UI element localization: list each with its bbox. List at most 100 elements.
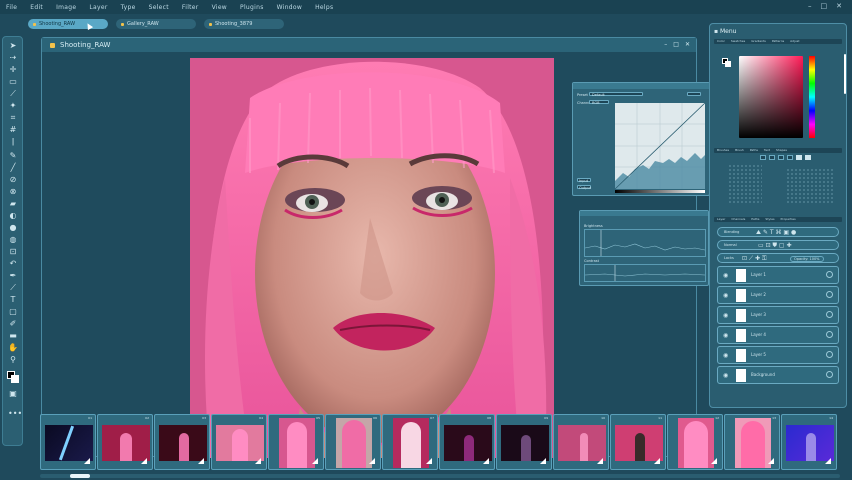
magic-wand-icon[interactable]: ✦ xyxy=(8,101,18,111)
menu-plugins[interactable]: Plugins xyxy=(240,4,264,11)
type-icon[interactable]: T xyxy=(8,295,18,305)
maximize-button[interactable]: □ xyxy=(821,2,828,11)
layer-tool-icons[interactable]: ⛰ ✎ T ⌘ ▣ ● xyxy=(756,229,796,237)
hue-slider[interactable] xyxy=(809,56,815,138)
tab-layer-paths[interactable]: Paths xyxy=(751,217,759,222)
background-swatch[interactable] xyxy=(725,61,731,67)
layer-row[interactable]: ◉ Layer 2 xyxy=(717,286,839,304)
layer-settings-icon[interactable] xyxy=(826,311,833,318)
align-center-icon[interactable] xyxy=(769,155,775,160)
move-tool-icon[interactable]: ➤ xyxy=(8,41,18,51)
shape-icon[interactable]: ▢ xyxy=(8,307,18,317)
film-thumb[interactable]: 04 xyxy=(211,414,267,470)
crop-icon[interactable]: ⌗ xyxy=(8,113,18,123)
layer-settings-icon[interactable] xyxy=(826,291,833,298)
film-thumb[interactable]: 06 xyxy=(325,414,381,470)
normal-select[interactable]: Normal xyxy=(724,243,737,247)
menu-image[interactable]: Image xyxy=(56,4,76,11)
scrollbar-thumb[interactable] xyxy=(70,474,90,478)
film-thumb[interactable]: 12 xyxy=(667,414,723,470)
layer-row[interactable]: ◉ Layer 5 xyxy=(717,346,839,364)
film-thumb[interactable]: 03 xyxy=(154,414,210,470)
tab-properties[interactable]: Properties xyxy=(781,217,796,222)
layer-row[interactable]: ◉ Layer 4 xyxy=(717,326,839,344)
menu-select[interactable]: Select xyxy=(149,4,169,11)
film-thumb[interactable]: 10 xyxy=(553,414,609,470)
tab-gallery-raw[interactable]: Gallery_RAW xyxy=(116,19,196,29)
grid-icon[interactable] xyxy=(796,155,802,160)
film-thumb[interactable]: 09 xyxy=(496,414,552,470)
eye-icon[interactable]: ◉ xyxy=(723,352,728,359)
film-thumb[interactable]: 08 xyxy=(439,414,495,470)
close-button[interactable]: ✕ xyxy=(836,2,842,11)
direct-select-icon[interactable]: ⇢ xyxy=(8,53,18,63)
layer-row[interactable]: ◉ Layer 1 xyxy=(717,266,839,284)
layer-row[interactable]: ◉ Background xyxy=(717,366,839,384)
menu-edit[interactable]: Edit xyxy=(30,4,43,11)
film-thumb[interactable]: 05 xyxy=(268,414,324,470)
background-color-swatch[interactable] xyxy=(11,375,19,383)
lasso-icon[interactable]: ⟋ xyxy=(8,89,18,99)
tab-text[interactable]: Text xyxy=(764,148,770,153)
menu-helps[interactable]: Helps xyxy=(315,4,333,11)
tab-styles[interactable]: Styles xyxy=(765,217,774,222)
crosshair-icon[interactable]: ✛ xyxy=(8,65,18,75)
note-icon[interactable]: ✐ xyxy=(8,319,18,329)
layer-settings-icon[interactable] xyxy=(826,271,833,278)
layer-row[interactable]: ◉ Layer 3 xyxy=(717,306,839,324)
portrait-photo[interactable] xyxy=(190,58,554,458)
menu-window[interactable]: Window xyxy=(277,4,302,11)
tab-layer[interactable]: Layer xyxy=(717,217,725,222)
film-thumb[interactable]: 01 xyxy=(40,414,96,470)
curves-options[interactable] xyxy=(687,92,701,96)
filmstrip-scrollbar[interactable] xyxy=(40,474,840,478)
layer-settings-icon[interactable] xyxy=(826,331,833,338)
frame-icon[interactable]: # xyxy=(8,125,18,135)
input-field[interactable]: Input xyxy=(577,178,591,183)
tab-channels[interactable]: Channels xyxy=(731,217,745,222)
align-left-icon[interactable] xyxy=(760,155,766,160)
menu-file[interactable]: File xyxy=(6,4,17,11)
path-select-icon[interactable]: ⟋ xyxy=(8,283,18,293)
hand-tool-icon[interactable]: ✋ xyxy=(8,343,18,353)
history-brush-icon[interactable]: ⊗ xyxy=(8,187,18,197)
menu-view[interactable]: View xyxy=(212,4,227,11)
pen-tool-icon[interactable]: ✒ xyxy=(8,271,18,281)
heal-brush-icon[interactable]: ✎ xyxy=(8,151,18,161)
tab-shooting-3879[interactable]: Shooting_3879 xyxy=(204,19,284,29)
dodge-icon[interactable]: ◍ xyxy=(8,235,18,245)
film-thumb[interactable]: 13 xyxy=(724,414,780,470)
align-right-icon[interactable] xyxy=(778,155,784,160)
minimize-button[interactable]: – xyxy=(808,2,812,11)
menu-layer[interactable]: Layer xyxy=(89,4,107,11)
blur-icon[interactable]: ● xyxy=(8,223,18,233)
layer-settings-icon[interactable] xyxy=(826,371,833,378)
hand-icon[interactable]: ▬ xyxy=(8,331,18,341)
film-thumb[interactable]: 14 xyxy=(781,414,837,470)
eye-icon[interactable]: ◉ xyxy=(723,272,728,279)
color-picker-field[interactable] xyxy=(739,56,803,138)
brush-icon[interactable]: ╱ xyxy=(8,163,18,173)
smudge-icon[interactable]: ↶ xyxy=(8,259,18,269)
eyedropper-icon[interactable]: ǀ xyxy=(8,137,18,147)
film-thumb[interactable]: 02 xyxy=(97,414,153,470)
layer-settings-icon[interactable] xyxy=(826,351,833,358)
tab-color[interactable]: Color xyxy=(717,39,725,44)
film-thumb[interactable]: 11 xyxy=(610,414,666,470)
channel-select[interactable]: RGB xyxy=(589,100,609,105)
menu-filter[interactable]: Filter xyxy=(182,4,199,11)
doc-maximize-button[interactable]: □ xyxy=(673,41,679,48)
more-tools-icon[interactable]: ••• xyxy=(8,409,22,419)
tab-shapes[interactable]: Shapes xyxy=(776,148,787,153)
panel-menu-icon[interactable]: ▪ xyxy=(714,28,718,35)
eye-icon[interactable]: ◉ xyxy=(723,312,728,319)
lock-icons[interactable]: ⊡ ⟋ ✚ ⚿ xyxy=(742,255,767,263)
output-field[interactable]: Output xyxy=(577,185,591,190)
eye-icon[interactable]: ◉ xyxy=(723,332,728,339)
marquee-icon[interactable]: ▭ xyxy=(8,77,18,87)
clone-stamp-icon[interactable]: ⊘ xyxy=(8,175,18,185)
tab-paths[interactable]: Paths xyxy=(750,148,758,153)
doc-close-button[interactable]: ✕ xyxy=(685,41,690,48)
blending-select[interactable]: Blending xyxy=(724,230,739,234)
doc-minimize-button[interactable]: – xyxy=(664,41,667,48)
